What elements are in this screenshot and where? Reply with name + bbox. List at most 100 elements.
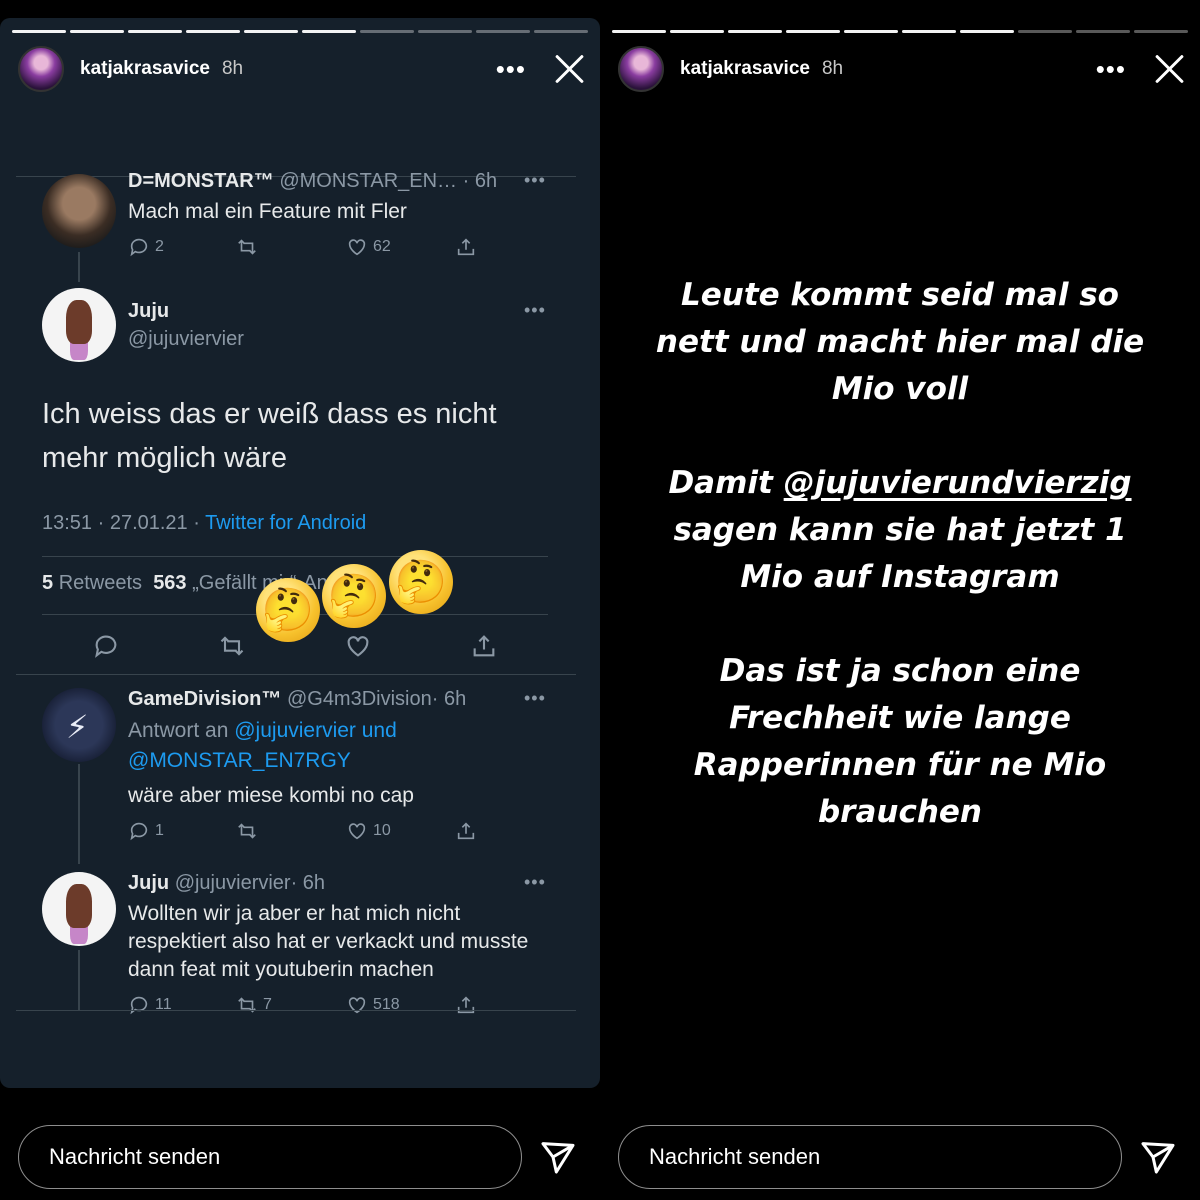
progress-segment	[360, 30, 414, 33]
divider	[16, 674, 576, 675]
share-icon[interactable]	[470, 632, 498, 660]
retweet-icon	[238, 823, 256, 839]
progress-segment	[70, 30, 124, 33]
close-icon[interactable]	[552, 52, 586, 86]
caption-paragraph-2: Damit @jujuvierundvierzig sagen kann sie…	[640, 460, 1160, 601]
progress-segment	[244, 30, 298, 33]
caption-prefix: Damit	[668, 465, 784, 501]
reply-count: 2	[155, 238, 164, 255]
thinking-face-sticker: 🤔	[389, 550, 453, 614]
like-action[interactable]: 10	[346, 820, 391, 842]
retweet-count: 7	[263, 996, 272, 1013]
share-action[interactable]	[455, 820, 477, 842]
send-icon[interactable]	[538, 1137, 578, 1177]
reply-count: 1	[155, 822, 164, 839]
retweet-action[interactable]	[236, 820, 258, 842]
reply-prefix: Antwort an	[128, 719, 235, 742]
story-header: katjakrasavice 8h •••	[18, 44, 586, 94]
profile-avatar[interactable]	[18, 46, 64, 92]
heart-icon[interactable]	[344, 632, 372, 660]
progress-segment	[476, 30, 530, 33]
story-header: katjakrasavice 8h •••	[618, 44, 1186, 94]
main-tweet-meta: 13:51 · 27.01.21 · Twitter for Android	[42, 512, 366, 535]
like-action[interactable]: 518	[346, 994, 400, 1016]
tweet-more-icon[interactable]: •••	[524, 872, 546, 893]
thread-line	[78, 252, 80, 282]
main-tweet-source-link[interactable]: Twitter for Android	[205, 512, 366, 534]
reply-action[interactable]: 2	[128, 236, 164, 258]
tweet-more-icon[interactable]: •••	[524, 300, 546, 321]
reply-icon[interactable]	[92, 632, 120, 660]
story-username[interactable]: katjakrasavice	[680, 58, 810, 80]
message-placeholder: Nachricht senden	[49, 1144, 221, 1169]
retweet-label: Retweets	[58, 572, 143, 594]
progress-segment	[786, 30, 840, 33]
story-username[interactable]: katjakrasavice	[80, 58, 210, 80]
like-count: 518	[373, 996, 400, 1013]
progress-segment	[418, 30, 472, 33]
close-icon[interactable]	[1152, 52, 1186, 86]
like-total: 563	[153, 572, 187, 594]
tweet-header: D=MONSTAR™ @MONSTAR_EN… · 6h	[128, 170, 497, 193]
progress-segment	[728, 30, 782, 33]
message-input[interactable]: Nachricht senden	[18, 1125, 522, 1189]
progress-segment	[128, 30, 182, 33]
reply-action[interactable]: 1	[128, 820, 164, 842]
story-progress-bar	[12, 30, 588, 33]
tweet-author-name: GameDivision™	[128, 688, 282, 710]
retweet-action[interactable]: 7	[236, 994, 272, 1016]
story-caption: Leute kommt seid mal so nett und macht h…	[640, 272, 1160, 883]
tweet-time: · 6h	[462, 170, 498, 192]
like-count: 62	[373, 238, 391, 255]
profile-avatar[interactable]	[618, 46, 664, 92]
like-count: 10	[373, 822, 391, 839]
share-icon	[457, 996, 475, 1014]
retweet-action[interactable]	[236, 236, 258, 258]
like-action[interactable]: 62	[346, 236, 391, 258]
thinking-face-sticker: 🤔	[256, 578, 320, 642]
tweet-time: · 6h	[290, 872, 326, 894]
tweet-more-icon[interactable]: •••	[524, 688, 546, 709]
share-action[interactable]	[455, 236, 477, 258]
tweet-text: Mach mal ein Feature mit Fler	[128, 200, 407, 223]
share-icon	[457, 238, 475, 256]
lightning-icon: ⚡	[66, 709, 89, 745]
reply-to-line: Antwort an @jujuviervier und @MONSTAR_EN…	[128, 716, 458, 776]
more-options-icon[interactable]: •••	[496, 56, 526, 82]
mention-link[interactable]: @jujuvierundvierzig	[784, 465, 1132, 501]
tweet-header: Juju @jujuviervier· 6h	[128, 872, 325, 895]
share-action[interactable]	[455, 994, 477, 1016]
send-icon[interactable]	[1138, 1137, 1178, 1177]
avatar-juju	[42, 288, 116, 362]
reply-count: 11	[155, 996, 172, 1013]
reply-action[interactable]: 11	[128, 994, 172, 1016]
progress-segment	[1018, 30, 1072, 33]
retweet-icon	[238, 239, 256, 255]
tweet-author-name: D=MONSTAR™	[128, 170, 274, 192]
progress-segment	[670, 30, 724, 33]
reply-icon	[130, 996, 148, 1015]
retweet-icon	[238, 997, 256, 1013]
retweet-icon[interactable]	[218, 632, 246, 660]
thread-line	[78, 764, 80, 864]
story-time: 8h	[821, 58, 844, 79]
tweet-more-icon[interactable]: •••	[524, 170, 546, 191]
thinking-face-sticker: 🤔	[322, 564, 386, 628]
progress-segment	[844, 30, 898, 33]
progress-segment	[902, 30, 956, 33]
story-left: D=MONSTAR™ @MONSTAR_EN… · 6h ••• Mach ma…	[0, 0, 600, 1200]
progress-segment	[12, 30, 66, 33]
story-progress-bar	[612, 30, 1188, 33]
more-options-icon[interactable]: •••	[1096, 56, 1126, 82]
retweet-total: 5	[42, 572, 54, 594]
message-input[interactable]: Nachricht senden	[618, 1125, 1122, 1189]
avatar-gamedivision: ⚡	[42, 688, 116, 762]
main-tweet-text: Ich weiss das er weiß dass es nicht mehr…	[42, 398, 497, 474]
heart-icon	[348, 823, 366, 840]
progress-segment	[612, 30, 666, 33]
share-icon	[457, 822, 475, 840]
caption-paragraph-1: Leute kommt seid mal so nett und macht h…	[655, 277, 1145, 407]
story-media-tweet-screenshot: D=MONSTAR™ @MONSTAR_EN… · 6h ••• Mach ma…	[0, 18, 600, 1088]
tweet-author-handle: @MONSTAR_EN…	[279, 170, 458, 192]
reply-icon	[130, 238, 148, 257]
